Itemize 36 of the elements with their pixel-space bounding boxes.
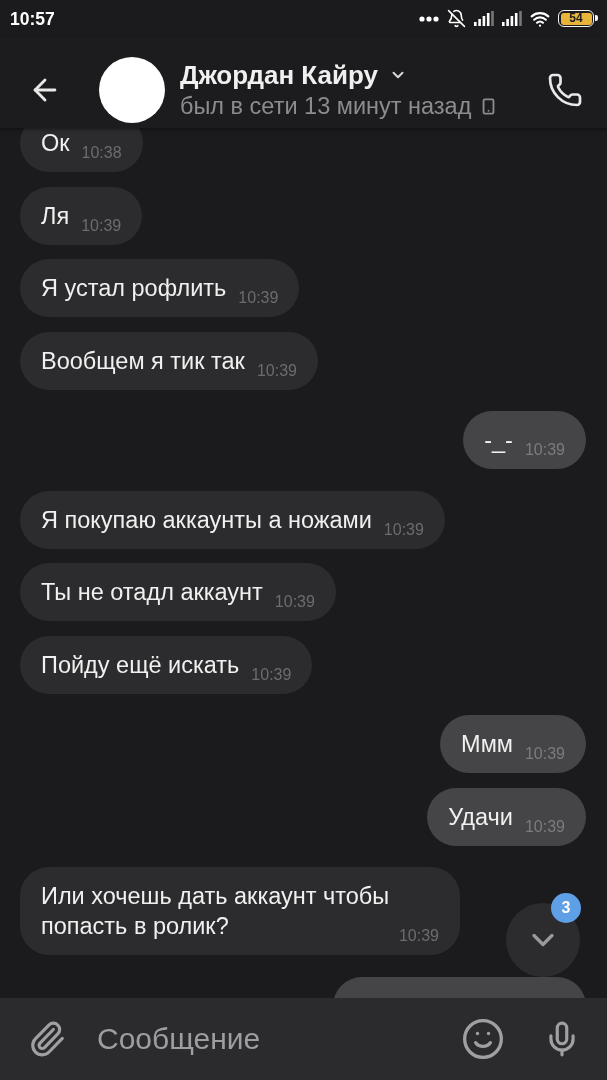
more-dots-icon	[419, 15, 439, 22]
message-text: Ля	[41, 201, 70, 231]
message-text: Ммм	[461, 730, 513, 759]
message-time: 10:39	[251, 665, 292, 684]
attach-button[interactable]	[28, 1020, 66, 1058]
signal-icon	[474, 11, 494, 26]
message-time: 10:38	[81, 144, 122, 162]
message-time: 10:39	[398, 927, 439, 945]
message-text: Пойду ещё искать	[41, 650, 240, 680]
signal-icon	[502, 11, 522, 26]
message-text: Ты не отадл аккаунт	[41, 578, 263, 607]
smiley-icon	[461, 1017, 505, 1061]
message-input[interactable]: Сообщение	[97, 1019, 461, 1059]
contact-name[interactable]: Джордан Кайру	[180, 60, 378, 90]
message-text: Я устал рофлить	[41, 274, 227, 303]
message-text: Или хочешь дать аккаунт чтобы попасть в ролик?	[41, 882, 391, 941]
message-text: Удачи	[448, 802, 513, 832]
message-text: -_-	[484, 426, 513, 455]
unread-count-badge: 3	[551, 893, 581, 923]
message-text: Я покупаю аккаунты а ножами	[41, 505, 372, 535]
message-text: Вообщем я тик так	[41, 346, 245, 376]
message-time: 10:39	[383, 520, 424, 539]
message-time: 10:39	[238, 289, 279, 307]
message-time: 10:39	[256, 361, 297, 380]
battery-percent: 54	[560, 12, 592, 25]
status-time: 10:57	[10, 8, 55, 29]
message-time: 10:39	[81, 216, 122, 235]
message-text: Ок	[41, 129, 70, 158]
emoji-button[interactable]	[461, 1017, 505, 1061]
message-composer[interactable]: Сообщение	[0, 998, 607, 1080]
last-seen-status: был в сети 13 минут назад	[180, 92, 472, 120]
paperclip-icon	[28, 1020, 66, 1058]
bell-off-icon	[447, 9, 466, 28]
phone-icon	[547, 72, 583, 108]
message-time: 10:39	[274, 593, 315, 611]
call-button[interactable]	[547, 72, 583, 108]
